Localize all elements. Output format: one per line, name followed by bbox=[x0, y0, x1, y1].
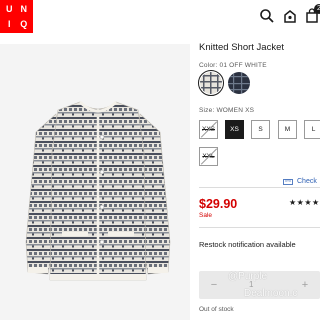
cart-count-badge: 2 bbox=[314, 4, 320, 14]
size-option-xxl[interactable]: XXL bbox=[199, 147, 218, 166]
size-label: Size: WOMEN XS bbox=[199, 107, 255, 114]
divider bbox=[199, 187, 320, 188]
sale-label: Sale bbox=[199, 212, 213, 219]
restock-notification[interactable]: Restock notification available bbox=[199, 240, 296, 249]
size-chart-label: Check bbox=[297, 177, 317, 185]
cart-icon[interactable]: 2 bbox=[304, 4, 320, 24]
size-option-l[interactable]: L bbox=[304, 120, 320, 139]
color-label: Color: 01 OFF WHITE bbox=[199, 62, 267, 69]
user-icon[interactable] bbox=[282, 8, 298, 24]
size-option-xs[interactable]: XS bbox=[225, 120, 244, 139]
price: $29.90 bbox=[199, 197, 238, 211]
watermark-line-1: @Purple bbox=[228, 271, 268, 282]
watermark-line-2: Dealmoon.c bbox=[244, 288, 298, 299]
size-option-m[interactable]: M bbox=[278, 120, 297, 139]
size-option-s[interactable]: S bbox=[251, 120, 270, 139]
product-image-area[interactable] bbox=[0, 44, 190, 320]
search-icon[interactable] bbox=[259, 8, 275, 24]
uniqlo-logo[interactable]: UN IQ bbox=[0, 0, 33, 33]
swatch-navy[interactable] bbox=[228, 72, 250, 94]
rating-stars[interactable]: ★★★★ bbox=[289, 198, 320, 207]
site-header: UN IQ 2 bbox=[0, 0, 320, 33]
size-option-xxs[interactable]: XXS bbox=[199, 120, 218, 139]
quantity-decrease-button[interactable]: − bbox=[203, 271, 225, 299]
product-title: Knitted Short Jacket bbox=[199, 42, 285, 53]
product-image-jacket bbox=[18, 92, 178, 288]
stock-status: Out of stock bbox=[199, 306, 234, 313]
divider bbox=[199, 227, 320, 228]
swatch-off-white[interactable] bbox=[198, 70, 224, 96]
